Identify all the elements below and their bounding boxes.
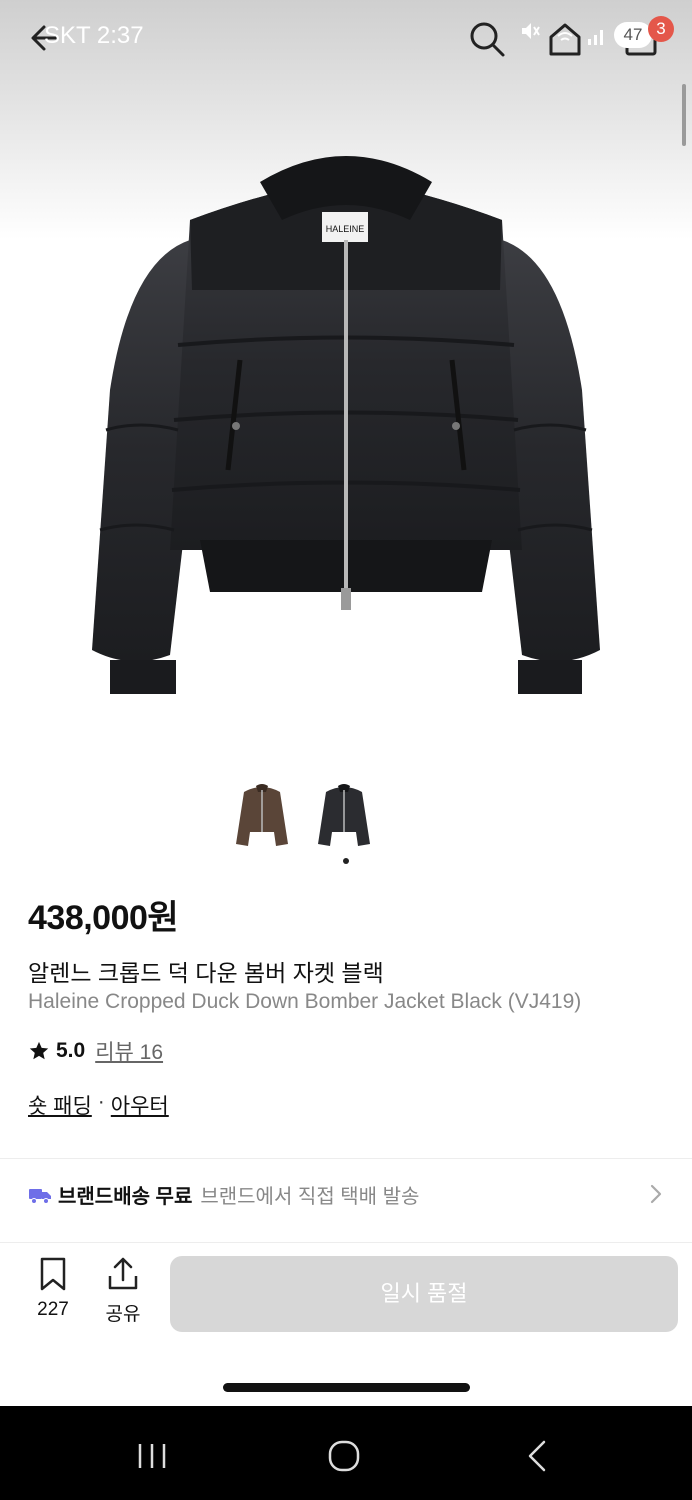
delivery-info-row[interactable]: 브랜드배송 무료 브랜드에서 직접 택배 발송	[28, 1180, 419, 1209]
category-link-outer[interactable]: 아우터	[111, 1090, 169, 1120]
scroll-indicator	[682, 84, 686, 146]
search-icon[interactable]	[466, 18, 508, 60]
svg-text:HALEINE: HALEINE	[326, 224, 365, 234]
status-time: SKT 2:37	[44, 22, 144, 49]
thumbnail-strip	[230, 776, 376, 852]
recents-icon[interactable]	[134, 1440, 170, 1472]
product-price: 438,000원	[28, 899, 179, 937]
black-jacket-thumbnail[interactable]	[312, 776, 376, 852]
battery-indicator: 47	[614, 22, 652, 48]
bookmark-button[interactable]: 227	[30, 1256, 76, 1321]
mute-icon	[522, 23, 540, 39]
product-name-korean: 알렌느 크롭드 덕 다운 봄버 자켓 블랙	[28, 960, 384, 986]
share-icon	[108, 1257, 138, 1290]
product-image[interactable]: HALEINE	[70, 130, 622, 710]
status-icons	[520, 20, 540, 42]
signal-icon	[588, 30, 603, 45]
category-separator: ·	[97, 1090, 105, 1113]
product-name-english: Haleine Cropped Duck Down Bomber Jacket …	[28, 990, 582, 1013]
home-indicator[interactable]	[223, 1383, 470, 1392]
delivery-description: 브랜드에서 직접 택배 발송	[200, 1186, 420, 1208]
chevron-right-icon[interactable]	[646, 1182, 666, 1206]
home-nav-icon[interactable]	[326, 1438, 362, 1474]
truck-icon	[29, 1188, 51, 1204]
star-icon	[29, 1041, 49, 1060]
back-nav-icon[interactable]	[524, 1438, 552, 1474]
cart-count-badge: 3	[648, 16, 674, 42]
delivery-title: 브랜드배송 무료	[58, 1186, 193, 1208]
rating-score: 5.0	[56, 1039, 86, 1062]
bookmark-icon	[40, 1257, 66, 1291]
brown-jacket-thumbnail[interactable]	[230, 776, 294, 852]
review-link[interactable]: 리뷰 16	[95, 1036, 163, 1066]
section-divider	[0, 1158, 692, 1159]
share-label: 공유	[105, 1304, 141, 1325]
category-breadcrumb: 숏 패딩 · 아우터	[28, 1090, 169, 1120]
bookmark-count: 227	[37, 1299, 69, 1320]
selected-thumbnail-dot	[343, 858, 349, 864]
category-link-short-padding[interactable]: 숏 패딩	[28, 1090, 92, 1120]
sold-out-button[interactable]: 일시 품절	[170, 1256, 678, 1332]
home-icon[interactable]	[546, 20, 584, 58]
rating-row: 5.0 리뷰 16	[28, 1036, 163, 1066]
share-button[interactable]: 공유	[100, 1256, 146, 1326]
